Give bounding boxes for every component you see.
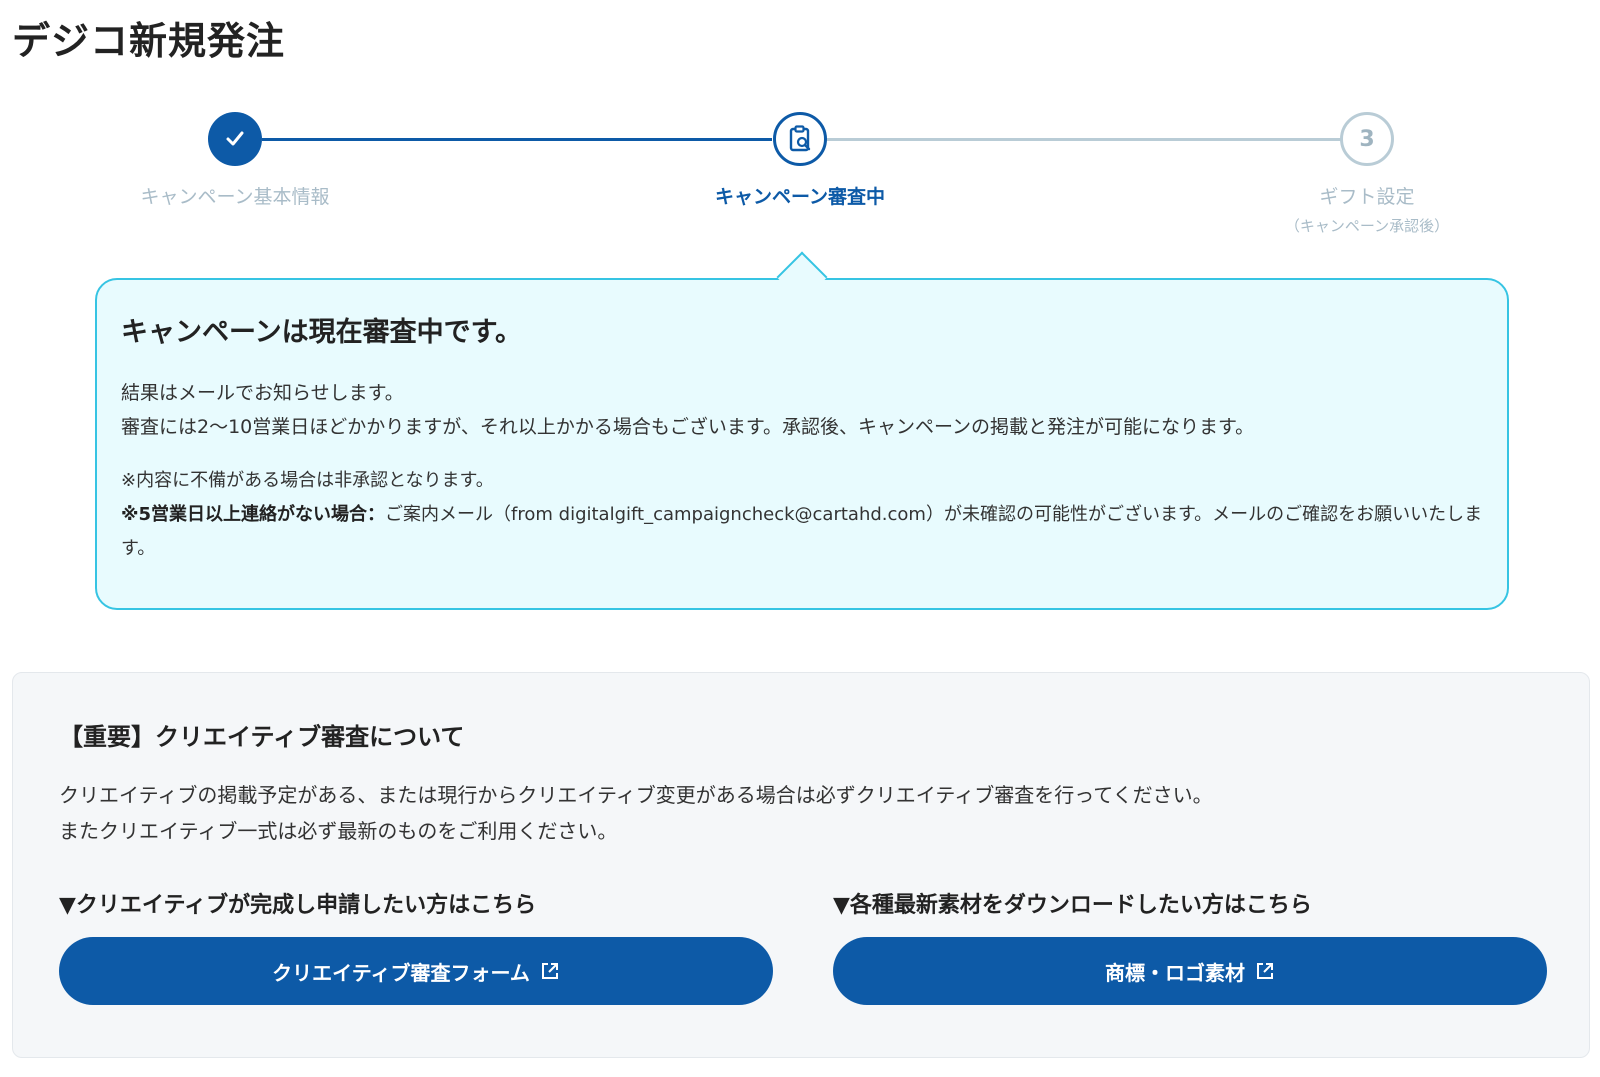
button-label: クリエイティブ審査フォーム xyxy=(272,960,530,985)
creative-form-column: ▼クリエイティブが完成し申請したい方はこちら クリエイティブ審査フォーム xyxy=(59,887,773,1005)
page-title: デジコ新規発注 xyxy=(12,19,286,63)
column-heading: ▼クリエイティブが完成し申請したい方はこちら xyxy=(59,893,537,918)
external-link-icon xyxy=(1255,961,1275,981)
review-note: ※内容に不備がある場合は非承認となります。 xyxy=(121,470,494,491)
step-label: キャンペーン基本情報 xyxy=(140,186,330,208)
creative-review-section: 【重要】クリエイティブ審査について クリエイティブの掲載予定がある、または現行か… xyxy=(12,672,1590,1058)
step-campaign-basic-info: キャンペーン基本情報 xyxy=(85,112,385,209)
step-label: ギフト設定 xyxy=(1319,186,1415,208)
section-title: 【重要】クリエイティブ審査について xyxy=(59,723,465,751)
step-campaign-review: キャンペーン審査中 xyxy=(650,112,950,209)
review-title: キャンペーンは現在審査中です。 xyxy=(121,317,522,348)
creative-review-form-button[interactable]: クリエイティブ審査フォーム xyxy=(59,937,773,1005)
brand-logo-assets-button[interactable]: 商標・ロゴ素材 xyxy=(833,937,1547,1005)
step-sublabel: （キャンペーン承認後） xyxy=(1284,217,1450,235)
review-status-box: キャンペーンは現在審査中です。 結果はメールでお知らせします。 審査には2〜10… xyxy=(95,278,1509,610)
column-heading: ▼各種最新素材をダウンロードしたい方はこちら xyxy=(833,893,1312,918)
review-notes: ※内容に不備がある場合は非承認となります。 ※5営業日以上連絡がない場合：ご案内… xyxy=(121,464,1483,566)
brand-assets-column: ▼各種最新素材をダウンロードしたい方はこちら 商標・ロゴ素材 xyxy=(833,887,1547,1005)
section-description-line: またクリエイティブ一式は必ず最新のものをご利用ください。 xyxy=(59,819,618,843)
button-label: 商標・ロゴ素材 xyxy=(1105,960,1245,985)
review-note: ※5営業日以上連絡がない場合：ご案内メール（from digitalgift_c… xyxy=(121,498,1483,566)
review-message-line: 審査には2〜10営業日ほどかかりますが、それ以上かかる場合もございます。承認後、… xyxy=(121,416,1255,438)
section-description: クリエイティブの掲載予定がある、または現行からクリエイティブ変更がある場合は必ず… xyxy=(59,777,1213,849)
check-icon xyxy=(208,112,262,166)
step-label: キャンペーン審査中 xyxy=(714,186,886,208)
external-link-icon xyxy=(540,961,560,981)
progress-stepper: キャンペーン基本情報 キャンペーン審査中 3 ギフト設定 （キャンペーン承認後） xyxy=(0,112,1600,252)
review-message: 結果はメールでお知らせします。 審査には2〜10営業日ほどかかりますが、それ以上… xyxy=(121,376,1254,444)
review-note-emphasis: ※5営業日以上連絡がない場合： xyxy=(121,504,386,525)
step-number: 3 xyxy=(1340,112,1394,166)
review-message-line: 結果はメールでお知らせします。 xyxy=(121,382,404,404)
section-description-line: クリエイティブの掲載予定がある、または現行からクリエイティブ変更がある場合は必ず… xyxy=(59,783,1213,807)
step-gift-settings: 3 ギフト設定 （キャンペーン承認後） xyxy=(1217,112,1517,236)
clipboard-search-icon xyxy=(773,112,827,166)
